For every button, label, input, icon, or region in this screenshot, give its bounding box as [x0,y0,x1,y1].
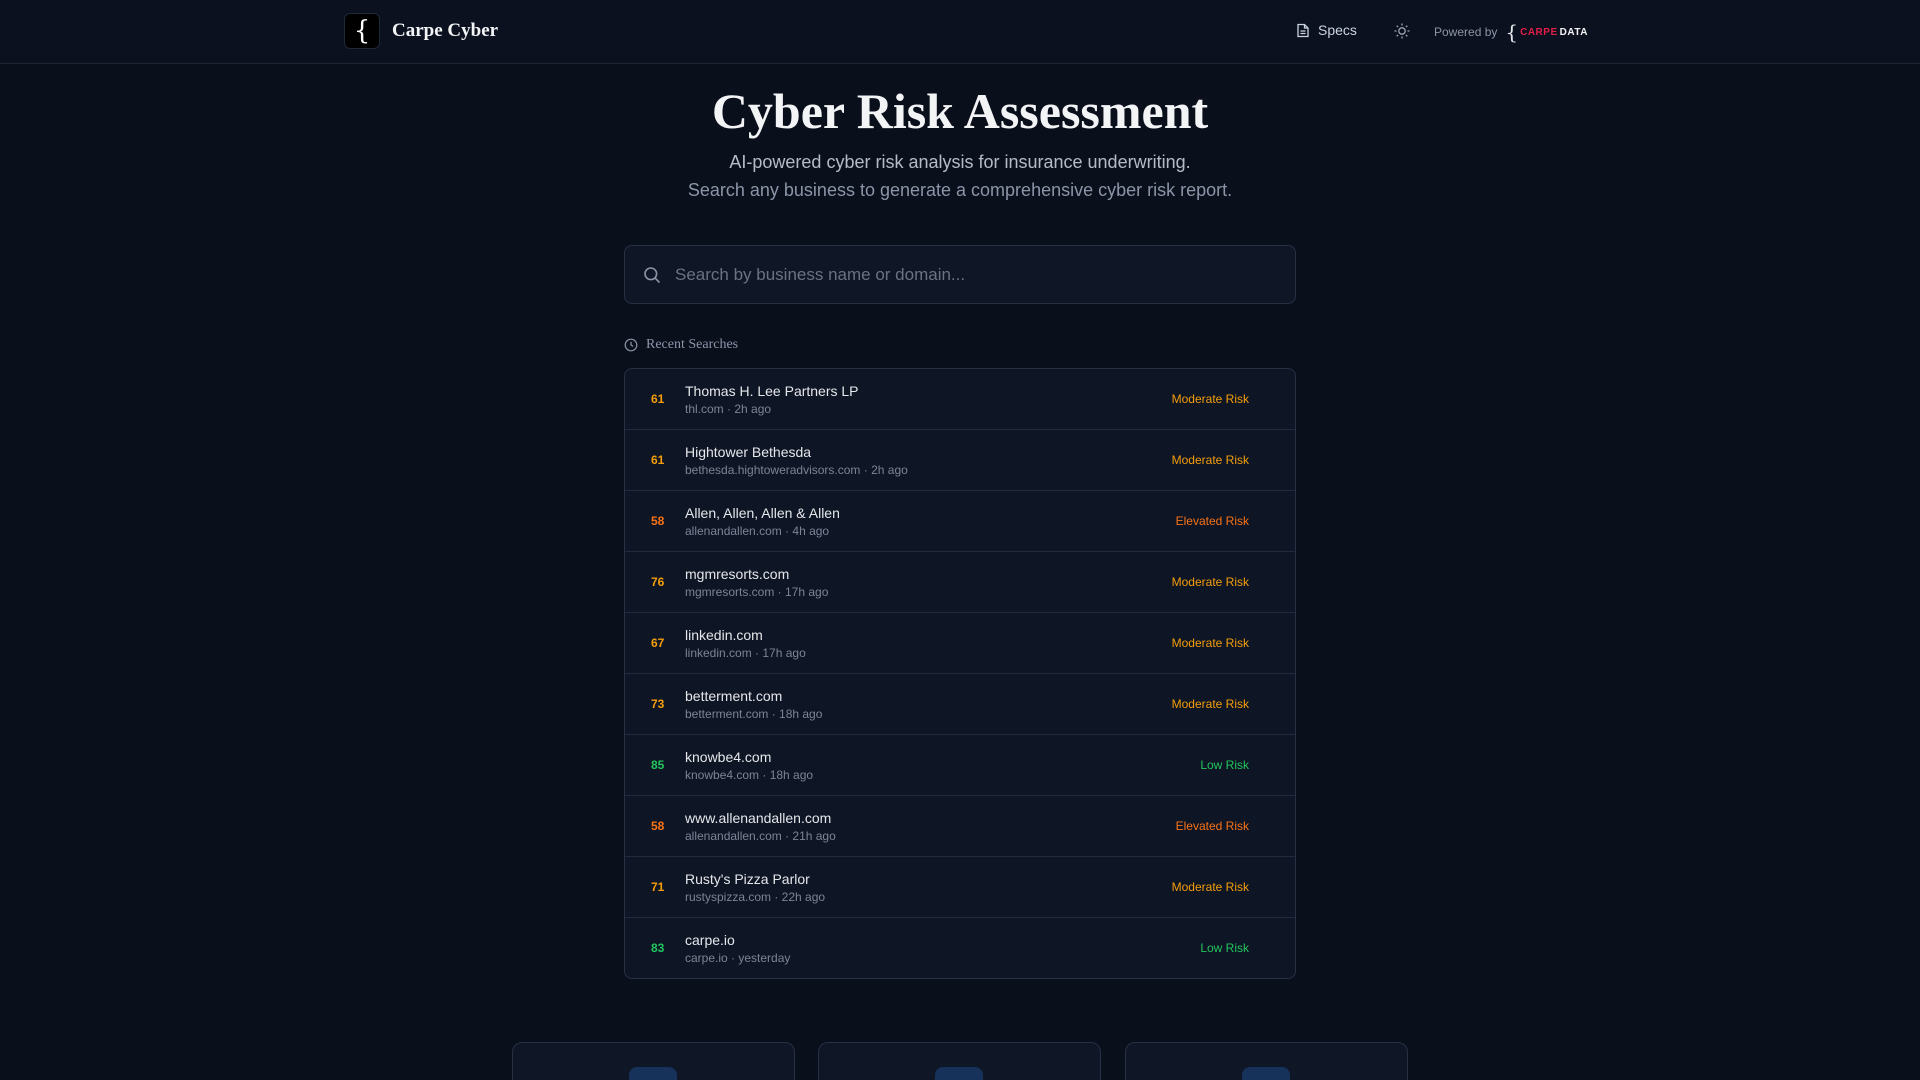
carpe-data-logo-carpe: CARPE [1520,26,1558,38]
page-title: Cyber Risk Assessment [711,83,1209,139]
risk-level-badge: Moderate Risk [1171,697,1249,711]
recent-search-row[interactable]: 61 Thomas H. Lee Partners LP thl.com · 2h … [625,369,1295,430]
domain-and-time: bethesda.hightoweradvisors.com · 2h ago [685,463,908,477]
recent-search-row[interactable]: 61 Hightower Bethesda bethesda.hightowerad… [625,430,1295,491]
domain-and-time: betterment.com · 18h ago [685,707,823,721]
recent-search-row[interactable]: 67 linkedin.com linkedin.com · 17h ago Mode… [625,613,1295,674]
search-icon [644,266,661,283]
risk-score: 67 [651,636,665,650]
brand-logo-icon: { [344,13,380,49]
page-subtitle-1: AI-powered cyber risk analysis for insur… [729,152,1191,172]
risk-score: 58 [651,819,665,833]
business-name: knowbe4.com [685,749,772,765]
risk-score: 61 [651,453,665,467]
recent-searches-heading: Recent Searches [624,337,738,353]
business-name: carpe.io [685,932,735,948]
business-name: Allen, Allen, Allen & Allen [685,505,840,521]
recent-search-row[interactable]: 76 mgmresorts.com mgmresorts.com · 17h ago… [625,552,1295,613]
risk-level-badge: Moderate Risk [1171,880,1249,894]
recent-search-row[interactable]: 71 Rusty's Pizza Parlor rustyspizza.com · … [625,857,1295,918]
feature-card-2-icon [935,1067,983,1080]
recent-searches-label: Recent Searches [646,337,739,352]
document-icon [1297,23,1309,37]
risk-level-badge: Moderate Risk [1171,392,1249,406]
domain-and-time: thl.com · 2h ago [685,402,772,416]
risk-score: 73 [651,697,665,711]
brand[interactable]: { Carpe Cyber [344,13,498,49]
recent-search-row[interactable]: 83 carpe.io carpe.io · yesterday Low Risk [625,918,1295,978]
risk-score: 83 [651,941,665,955]
business-name: linkedin.com [685,627,763,643]
feature-card-1-icon [629,1067,677,1080]
feature-card-2 [818,1042,1101,1080]
feature-card-3 [1125,1042,1408,1080]
carpe-data-logo-brace: { [1505,20,1519,44]
domain-and-time: knowbe4.com · 18h ago [685,768,814,782]
business-name: www.allenandallen.com [685,810,832,826]
risk-score: 71 [651,880,665,894]
feature-card-1 [512,1042,795,1080]
recent-search-row[interactable]: 73 betterment.com betterment.com · 18h ago… [625,674,1295,735]
risk-level-badge: Moderate Risk [1171,636,1249,650]
risk-score: 76 [651,575,665,589]
domain-and-time: linkedin.com · 17h ago [685,646,806,660]
domain-and-time: rustyspizza.com · 22h ago [685,890,826,904]
sun-icon[interactable] [1393,22,1411,40]
business-name: Hightower Bethesda [685,444,812,460]
risk-level-badge: Low Risk [1200,758,1249,772]
feature-card-3-icon [1242,1067,1290,1080]
top-header: { Carpe Cyber Specs Powered by { CARPE D… [0,0,1920,64]
page-subtitle-2: Search any business to generate a compre… [687,180,1233,200]
brand-name: Carpe Cyber [392,20,499,41]
risk-level-badge: Moderate Risk [1171,453,1249,467]
carpe-data-logo-data: DATA [1559,26,1588,38]
specs-link[interactable]: Specs [1296,22,1357,38]
search-input[interactable] [675,246,1295,303]
risk-level-badge: Low Risk [1200,941,1249,955]
risk-level-badge: Elevated Risk [1175,514,1249,528]
carpe-data-logo[interactable]: { CARPE DATA [1505,22,1588,42]
domain-and-time: allenandallen.com · 4h ago [685,524,830,538]
powered-by: Powered by { CARPE DATA [1434,22,1588,42]
risk-score: 85 [651,758,665,772]
recent-search-row[interactable]: 58 Allen, Allen, Allen & Allen allenandall… [625,491,1295,552]
specs-label: Specs [1318,22,1357,38]
risk-level-badge: Elevated Risk [1175,819,1249,833]
business-name: Thomas H. Lee Partners LP [685,383,859,399]
domain-and-time: carpe.io · yesterday [685,951,791,965]
domain-and-time: mgmresorts.com · 17h ago [685,585,829,599]
business-name: mgmresorts.com [685,566,790,582]
search-box[interactable] [624,245,1296,304]
recent-search-row[interactable]: 58 www.allenandallen.com allenandallen.com… [625,796,1295,857]
risk-level-badge: Moderate Risk [1171,575,1249,589]
risk-score: 61 [651,392,665,406]
clock-icon [624,338,638,352]
recent-search-row[interactable]: 85 knowbe4.com knowbe4.com · 18h ago Low Ri… [625,735,1295,796]
domain-and-time: allenandallen.com · 21h ago [685,829,836,843]
business-name: betterment.com [685,688,783,704]
recent-searches-list: 61 Thomas H. Lee Partners LP thl.com · 2h … [624,368,1296,979]
powered-by-label: Powered by [1434,25,1498,39]
business-name: Rusty's Pizza Parlor [685,871,810,887]
risk-score: 58 [651,514,665,528]
